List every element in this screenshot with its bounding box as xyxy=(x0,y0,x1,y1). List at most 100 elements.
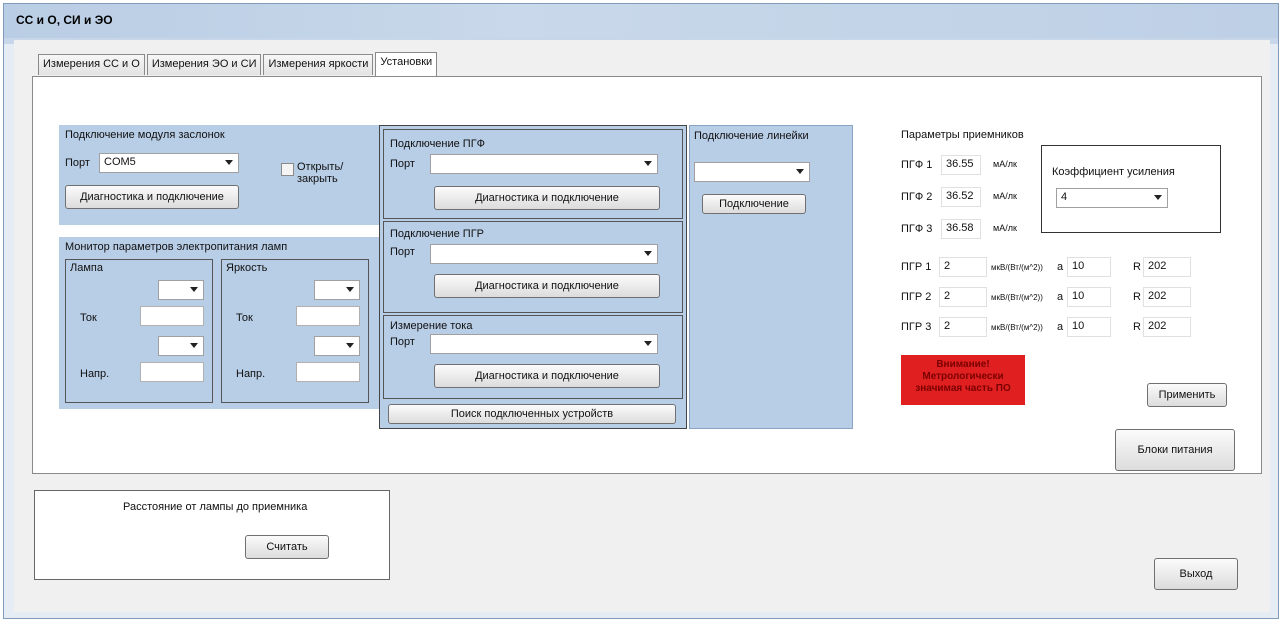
brightness-group: Яркость Ток Напр. xyxy=(221,259,369,403)
pgf2-label: ПГФ 2 xyxy=(901,191,933,203)
lamp-current-field[interactable] xyxy=(140,306,204,326)
brightness-voltage-label: Напр. xyxy=(236,368,266,380)
tab-strip: Измерения СС и О Измерения ЭО и СИ Измер… xyxy=(38,52,439,76)
brightness-current-select[interactable] xyxy=(314,336,360,356)
current-meas-title: Измерение тока xyxy=(390,320,473,332)
pgr1-value-field[interactable]: 2 xyxy=(939,257,987,277)
read-distance-button[interactable]: Считать xyxy=(245,535,329,559)
chevron-down-icon xyxy=(796,169,804,174)
pgr1-a-label: a xyxy=(1057,261,1064,273)
pgr1-r-field[interactable]: 202 xyxy=(1143,257,1191,277)
metrology-warning: Внимание! Метрологически значимая часть … xyxy=(901,355,1025,405)
pgr1-unit-label: мкВ/(Вт/(м^2)) xyxy=(991,263,1043,272)
window-title: СС и О, СИ и ЭО xyxy=(16,13,113,27)
lamp-voltage-field[interactable] xyxy=(140,362,204,382)
pgr1-label: ПГР 1 xyxy=(901,261,932,273)
title-bar[interactable]: СС и О, СИ и ЭО xyxy=(4,4,1278,38)
ruler-panel: Подключение линейки Подключение xyxy=(689,125,853,429)
brightness-current-label: Ток xyxy=(236,312,253,324)
pgf1-value-field[interactable]: 36.55 xyxy=(941,155,981,175)
gain-group: Коэффициент усиления 4 xyxy=(1041,145,1221,233)
chevron-down-icon xyxy=(225,160,233,165)
pgf3-unit-label: мА/лк xyxy=(993,223,1017,233)
ruler-title: Подключение линейки xyxy=(694,130,809,142)
current-meas-port-label: Порт xyxy=(390,336,415,348)
current-meas-diag-button[interactable]: Диагностика и подключение xyxy=(434,364,660,388)
brightness-current-field[interactable] xyxy=(296,306,360,326)
chevron-down-icon xyxy=(190,343,198,348)
tab-settings[interactable]: Установки xyxy=(375,52,438,76)
current-meas-group: Измерение тока Порт Диагностика и подклю… xyxy=(383,315,683,399)
brightness-group-title: Яркость xyxy=(226,262,268,274)
power-monitor-panel: Монитор параметров электропитания ламп Л… xyxy=(59,237,381,409)
pgr2-value-field[interactable]: 2 xyxy=(939,287,987,307)
pgr2-a-field[interactable]: 10 xyxy=(1067,287,1111,307)
gain-select[interactable]: 4 xyxy=(1056,188,1168,208)
pgf1-unit-label: мА/лк xyxy=(993,159,1017,169)
pgr-diag-button[interactable]: Диагностика и подключение xyxy=(434,274,660,298)
search-devices-button[interactable]: Поиск подключенных устройств xyxy=(388,404,676,424)
shutter-port-value: COM5 xyxy=(104,156,136,168)
pgf-port-label: Порт xyxy=(390,158,415,170)
pgf3-value-field[interactable]: 36.58 xyxy=(941,219,981,239)
receivers-title: Параметры приемников xyxy=(901,129,1024,141)
pgr2-r-field[interactable]: 202 xyxy=(1143,287,1191,307)
pgr3-a-field[interactable]: 10 xyxy=(1067,317,1111,337)
shutter-module-title: Подключение модуля заслонок xyxy=(65,129,225,141)
pgf2-value-field[interactable]: 36.52 xyxy=(941,187,981,207)
shutter-module-panel: Подключение модуля заслонок Порт COM5 От… xyxy=(59,125,381,225)
chevron-down-icon xyxy=(190,287,198,292)
pgr-port-select[interactable] xyxy=(430,244,658,264)
main-window: СС и О, СИ и ЭО Измерения СС и О Измерен… xyxy=(3,3,1279,619)
distance-title: Расстояние от лампы до приемника xyxy=(123,501,308,513)
pgf-group: Подключение ПГФ Порт Диагностика и подкл… xyxy=(383,129,683,219)
lamp-voltage-label: Напр. xyxy=(80,368,110,380)
shutter-diag-button[interactable]: Диагностика и подключение xyxy=(65,185,239,209)
current-meas-port-select[interactable] xyxy=(430,334,658,354)
power-monitor-title: Монитор параметров электропитания ламп xyxy=(65,241,288,253)
ruler-connect-button[interactable]: Подключение xyxy=(702,194,806,214)
distance-group: Расстояние от лампы до приемника Считать xyxy=(34,490,390,580)
lamp-select[interactable] xyxy=(158,280,204,300)
pgr1-a-field[interactable]: 10 xyxy=(1067,257,1111,277)
pgf-diag-button[interactable]: Диагностика и подключение xyxy=(434,186,660,210)
chevron-down-icon xyxy=(346,343,354,348)
gain-value: 4 xyxy=(1061,191,1068,203)
shutter-port-label: Порт xyxy=(65,157,90,169)
power-supplies-button[interactable]: Блоки питания xyxy=(1115,429,1235,471)
pgr3-unit-label: мкВ/(Вт/(м^2)) xyxy=(991,323,1043,332)
brightness-voltage-field[interactable] xyxy=(296,362,360,382)
pgf2-unit-label: мА/лк xyxy=(993,191,1017,201)
tab-ss-measurements[interactable]: Измерения СС и О xyxy=(38,54,145,75)
pgr3-value-field[interactable]: 2 xyxy=(939,317,987,337)
devices-column: Подключение ПГФ Порт Диагностика и подкл… xyxy=(379,125,687,429)
pgr-group: Подключение ПГР Порт Диагностика и подкл… xyxy=(383,221,683,313)
pgr3-r-field[interactable]: 202 xyxy=(1143,317,1191,337)
pgr1-r-label: R xyxy=(1133,261,1141,273)
ruler-port-select[interactable] xyxy=(694,162,810,182)
pgf1-label: ПГФ 1 xyxy=(901,159,933,171)
pgr3-a-label: a xyxy=(1057,321,1064,333)
gain-title: Коэффициент усиления xyxy=(1052,166,1175,178)
pgr2-label: ПГР 2 xyxy=(901,291,932,303)
tab-eo-measurements[interactable]: Измерения ЭО и СИ xyxy=(146,54,262,75)
pgf3-label: ПГФ 3 xyxy=(901,223,933,235)
chevron-down-icon xyxy=(644,341,652,346)
client-area: Измерения СС и О Измерения ЭО и СИ Измер… xyxy=(14,40,1270,612)
brightness-select[interactable] xyxy=(314,280,360,300)
exit-button[interactable]: Выход xyxy=(1154,558,1238,590)
pgf-title: Подключение ПГФ xyxy=(390,138,486,150)
lamp-group-title: Лампа xyxy=(70,262,103,274)
shutter-port-select[interactable]: COM5 xyxy=(99,153,239,173)
chevron-down-icon xyxy=(644,251,652,256)
tab-brightness-measurements[interactable]: Измерения яркости xyxy=(263,54,374,75)
lamp-current-select[interactable] xyxy=(158,336,204,356)
chevron-down-icon xyxy=(346,287,354,292)
pgr-port-label: Порт xyxy=(390,246,415,258)
pgf-port-select[interactable] xyxy=(430,154,658,174)
open-close-checkbox[interactable] xyxy=(281,163,294,176)
open-close-label: Открыть/ закрыть xyxy=(297,161,344,185)
pgr3-r-label: R xyxy=(1133,321,1141,333)
apply-button[interactable]: Применить xyxy=(1147,383,1227,407)
chevron-down-icon xyxy=(1154,195,1162,200)
